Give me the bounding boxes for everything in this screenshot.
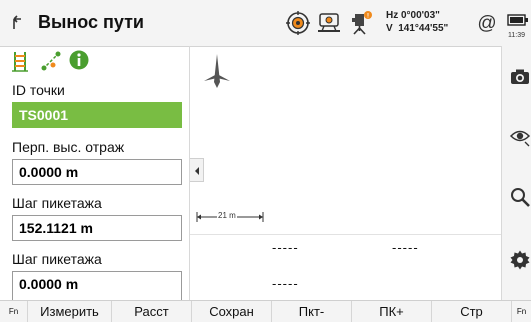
settings-gear-icon[interactable] bbox=[509, 249, 531, 271]
measure-button[interactable]: Измерить bbox=[28, 301, 112, 322]
station-setup-icon[interactable] bbox=[316, 10, 342, 36]
point-id-label: ID точки bbox=[12, 82, 65, 98]
search-icon[interactable] bbox=[509, 186, 531, 208]
instrument-alert-icon[interactable]: ! bbox=[347, 10, 373, 36]
collapse-left-icon bbox=[195, 167, 199, 175]
eye-icon[interactable] bbox=[509, 125, 531, 147]
chainage-ladder-icon[interactable] bbox=[10, 50, 32, 72]
distance-button[interactable]: Расст bbox=[112, 301, 192, 322]
fn-right-key[interactable]: Fn bbox=[512, 301, 531, 322]
camera-icon[interactable] bbox=[509, 66, 531, 88]
chainage-plus-button[interactable]: ПК+ bbox=[352, 301, 432, 322]
fn-left-key[interactable]: Fn bbox=[0, 301, 28, 322]
point-id-field[interactable]: TS0001 bbox=[12, 102, 182, 128]
line-offset-icon[interactable] bbox=[40, 50, 62, 72]
softkey-bar: Fn Измерить Расст Сохран Пкт- ПК+ Стр Fn bbox=[0, 300, 531, 322]
readout-value: ----- bbox=[272, 276, 299, 291]
map-divider-line bbox=[190, 234, 502, 235]
svg-text:!: ! bbox=[367, 14, 369, 20]
collapse-panel-button[interactable] bbox=[190, 158, 204, 182]
page-title: Вынос пути bbox=[38, 12, 144, 32]
scale-label: 21 m bbox=[217, 211, 237, 220]
chainage-step-field-2[interactable]: 0.0000 m bbox=[12, 271, 182, 300]
readout-value: ----- bbox=[272, 240, 299, 255]
target-icon[interactable] bbox=[285, 10, 311, 36]
title-bar: Вынос пути ! Hz 0°00'03" V 141°44'55" @ … bbox=[0, 0, 531, 47]
page-button[interactable]: Стр bbox=[432, 301, 512, 322]
clock: 11:39 bbox=[508, 32, 525, 39]
chainage-step-label-2: Шаг пикетажа bbox=[12, 251, 102, 267]
reflector-height-field[interactable]: 0.0000 m bbox=[12, 159, 182, 185]
info-icon[interactable] bbox=[68, 49, 90, 71]
hz-angle: Hz 0°00'03" bbox=[386, 10, 440, 21]
reflector-height-label: Перп. выс. отраж bbox=[12, 139, 125, 155]
at-sign-icon[interactable]: @ bbox=[474, 10, 500, 36]
readout-value: ----- bbox=[392, 240, 419, 255]
chainage-step-label: Шаг пикетажа bbox=[12, 195, 102, 211]
save-button[interactable]: Сохран bbox=[192, 301, 272, 322]
v-angle: V 141°44'55" bbox=[386, 23, 449, 34]
battery-icon bbox=[507, 14, 528, 26]
svg-text:@: @ bbox=[477, 13, 496, 34]
north-arrow-icon bbox=[204, 54, 230, 88]
chainage-step-field[interactable]: 152.1121 m bbox=[12, 215, 182, 241]
back-arrow-icon[interactable] bbox=[8, 13, 28, 35]
angle-readout: Hz 0°00'03" V 141°44'55" bbox=[386, 9, 448, 35]
right-toolbar bbox=[501, 46, 531, 300]
point-minus-button[interactable]: Пкт- bbox=[272, 301, 352, 322]
